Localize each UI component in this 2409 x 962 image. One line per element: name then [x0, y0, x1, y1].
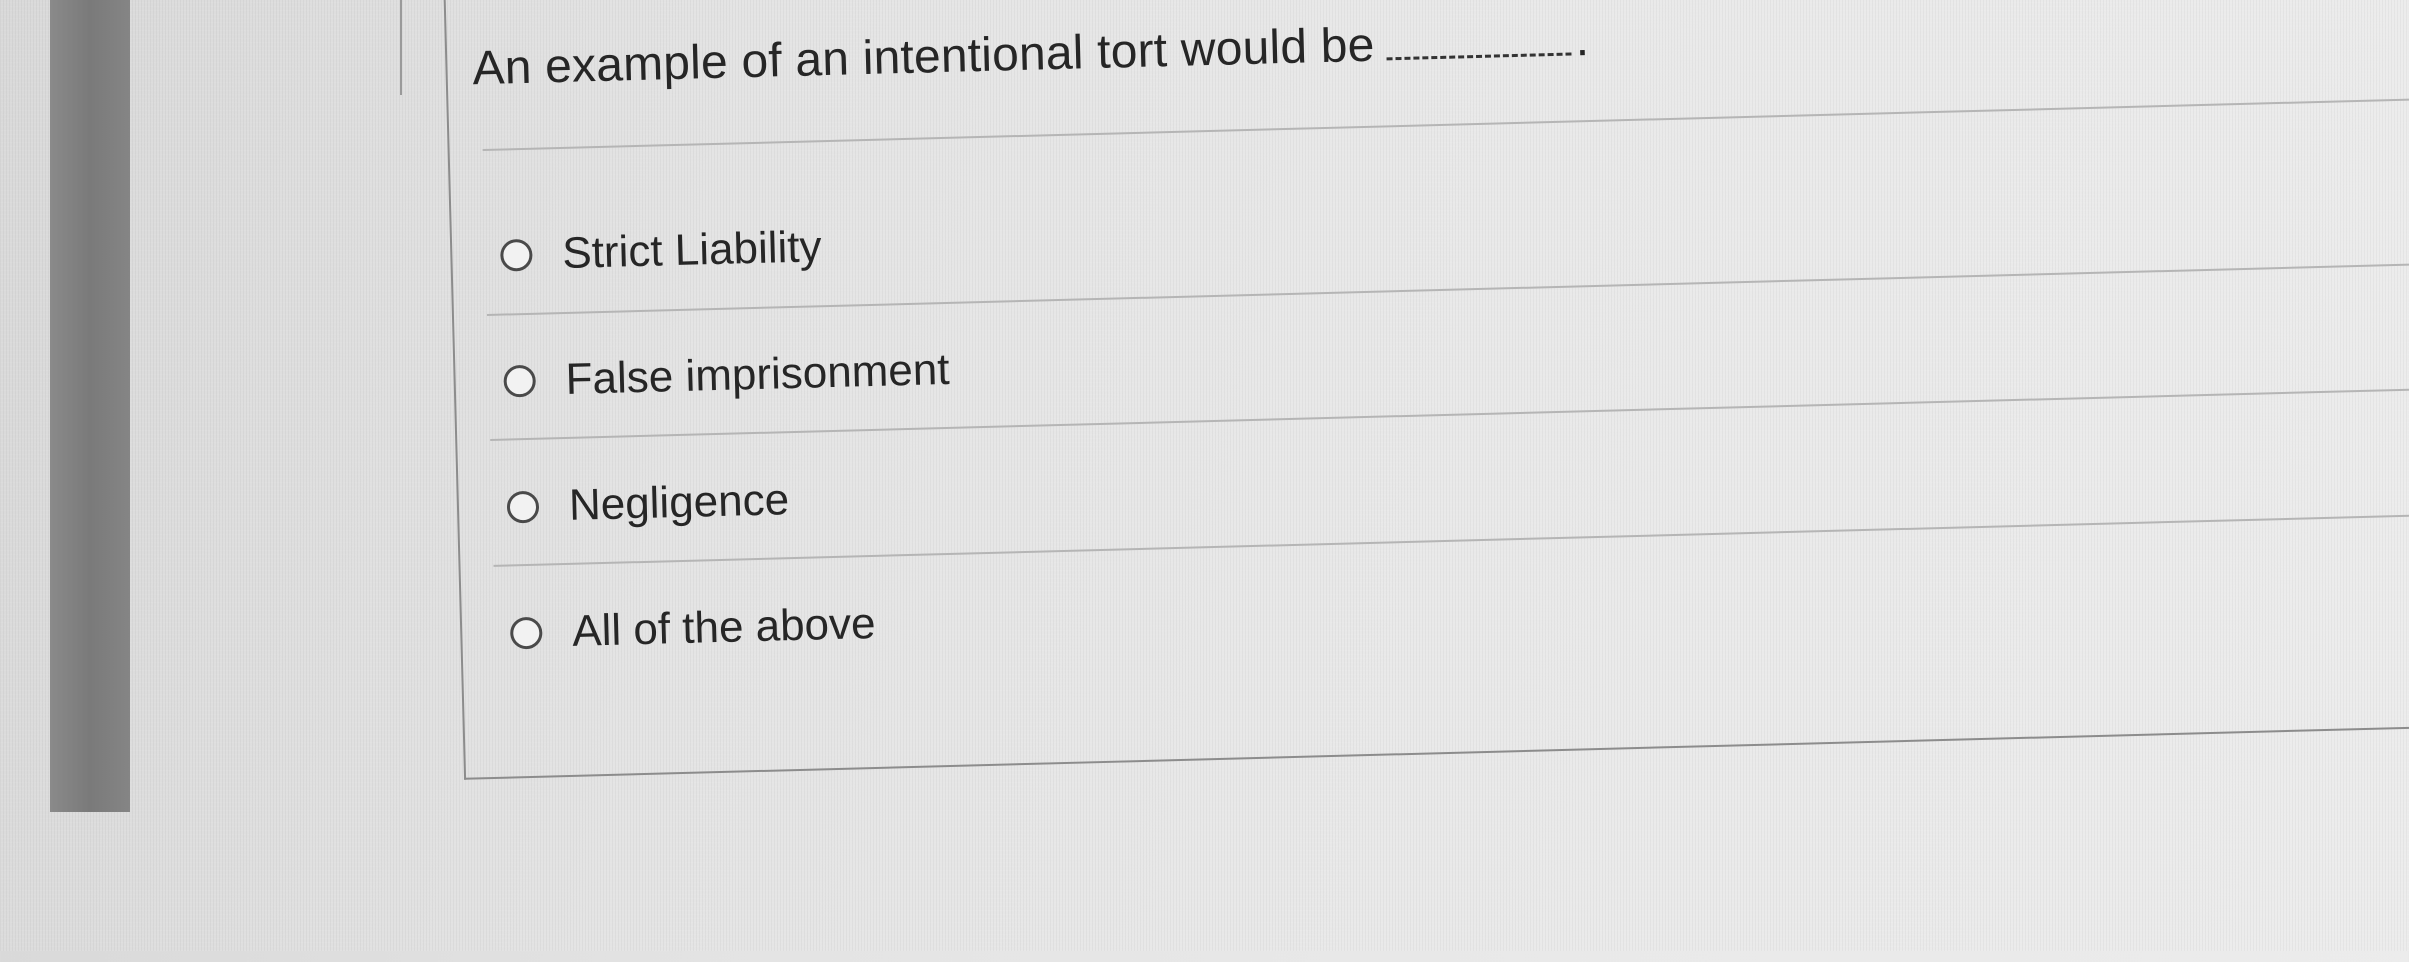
- option-label: Strict Liability: [561, 222, 823, 278]
- option-all-of-the-above[interactable]: All of the above: [509, 598, 877, 659]
- option-label: All of the above: [571, 598, 877, 656]
- radio-button[interactable]: [499, 238, 533, 272]
- radio-button[interactable]: [506, 490, 540, 524]
- question-period: .: [1574, 13, 1590, 67]
- option-negligence[interactable]: Negligence: [506, 475, 790, 532]
- radio-button[interactable]: [509, 616, 543, 650]
- option-label: False imprisonment: [565, 344, 951, 404]
- answer-blank: [1386, 22, 1572, 61]
- question-panel: An example of an intentional tort would …: [0, 0, 2409, 962]
- option-strict-liability[interactable]: Strict Liability: [499, 222, 823, 280]
- radio-button[interactable]: [503, 364, 537, 398]
- option-label: Negligence: [568, 475, 790, 530]
